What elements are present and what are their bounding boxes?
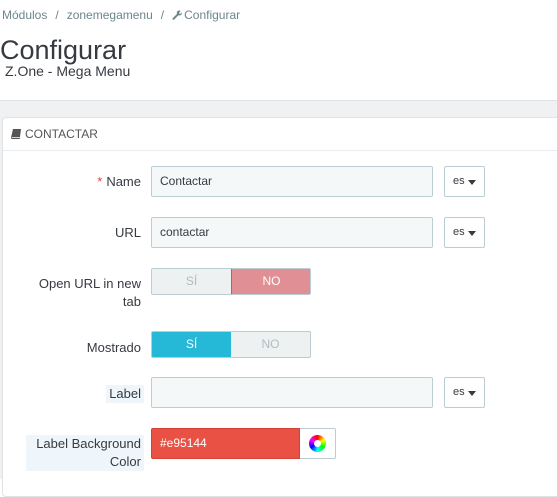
color-picker-button[interactable]: [300, 428, 336, 459]
caret-down-icon: [468, 391, 476, 396]
label-bg-color-label: Label Background Color: [26, 435, 144, 471]
name-input[interactable]: Contactar: [151, 166, 433, 197]
label-lang-dropdown[interactable]: es: [444, 377, 485, 408]
url-input[interactable]: contactar: [151, 217, 433, 248]
mostrado-no-option[interactable]: NO: [231, 332, 310, 357]
label-label: Label: [106, 385, 144, 403]
url-label: URL: [114, 225, 141, 240]
required-mark: *: [97, 174, 103, 189]
label-bg-color-input[interactable]: #e95144: [151, 428, 300, 459]
mostrado-yes-option[interactable]: SÍ: [152, 332, 231, 357]
mostrado-label: Mostrado: [86, 340, 141, 355]
panel-heading: CONTACTAR: [3, 118, 557, 151]
open-url-no-option[interactable]: NO: [231, 269, 310, 294]
url-lang-dropdown[interactable]: es: [444, 217, 485, 248]
caret-down-icon: [468, 180, 476, 185]
open-url-label: Open URL in new tab: [38, 276, 141, 309]
book-icon: [11, 129, 21, 139]
open-url-yes-option[interactable]: SÍ: [152, 269, 231, 294]
label-input[interactable]: [151, 377, 433, 408]
wrench-icon: [172, 10, 182, 20]
breadcrumb-item-configurar: Configurar: [184, 8, 241, 22]
breadcrumb-item-modulos[interactable]: Módulos: [2, 8, 47, 22]
breadcrumb-separator: /: [160, 8, 165, 22]
breadcrumb: Módulos / zonemegamenu / Configurar: [2, 8, 240, 22]
open-url-switch[interactable]: SÍ NO: [151, 268, 311, 295]
color-wheel-icon: [309, 435, 326, 452]
breadcrumb-item-module[interactable]: zonemegamenu: [67, 8, 153, 22]
mostrado-switch[interactable]: SÍ NO: [151, 331, 311, 358]
page-subtitle: Z.One - Mega Menu: [5, 63, 131, 79]
breadcrumb-separator: /: [55, 8, 59, 22]
caret-down-icon: [468, 231, 476, 236]
page-header: Módulos / zonemegamenu / Configurar Configur…: [0, 0, 557, 101]
name-lang-dropdown[interactable]: es: [444, 166, 485, 197]
page-title: Configurar: [0, 35, 127, 65]
panel-heading-title: CONTACTAR: [25, 127, 98, 141]
name-label: * Name: [97, 174, 141, 189]
